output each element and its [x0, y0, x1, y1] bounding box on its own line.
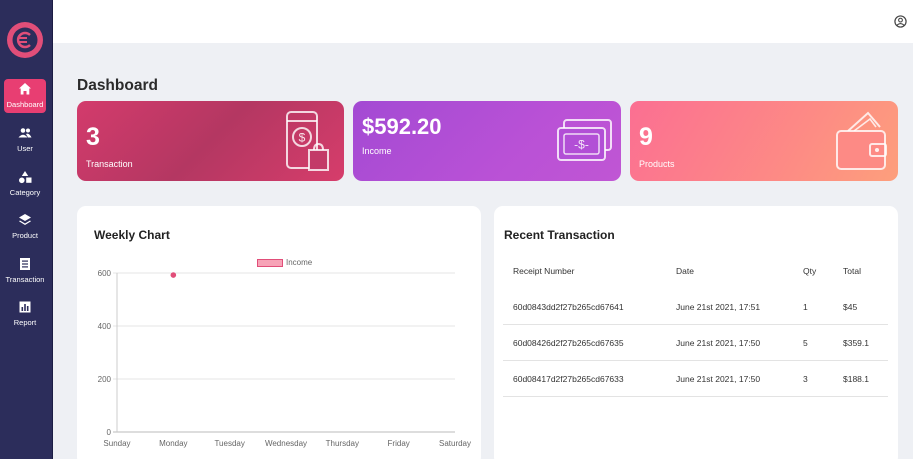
receipt-number: 60d08417d2f27b265cd67633 [513, 373, 624, 384]
sidebar-item-dashboard[interactable]: Dashboard [4, 79, 46, 113]
weekly-chart: 0 200 400 600 Sunday Monday Tuesday Wednesday Th… [98, 269, 471, 448]
stat-value: 9 [639, 123, 653, 151]
users-icon [18, 128, 32, 138]
transaction-date: June 21st 2021, 17:50 [676, 373, 761, 384]
transaction-qty: 5 [803, 337, 808, 348]
x-tick-label: Monday [159, 439, 187, 448]
transaction-total: $45 [843, 301, 858, 312]
stat-label: Products [639, 159, 675, 169]
sidebar-item-report[interactable]: Report [4, 297, 46, 331]
x-tick-label: Thursday [326, 439, 359, 448]
money-bill-icon: -$- [557, 119, 612, 161]
transaction-total: $188.1 [843, 373, 869, 384]
y-tick-label: 200 [98, 375, 112, 384]
bar-chart-icon [19, 301, 31, 313]
x-tick-label: Saturday [439, 439, 471, 448]
page-title: Dashboard [77, 77, 158, 94]
sidebar-item-product[interactable]: Product [4, 210, 46, 244]
table-row[interactable]: 60d0843dd2f27b265cd67641 June 21st 2021,… [503, 289, 888, 325]
top-bar [53, 0, 913, 43]
data-point [170, 272, 177, 278]
receipt-number: 60d08426d2f27b265cd67635 [513, 337, 624, 348]
panel-title: Weekly Chart [94, 228, 170, 242]
receipt-number: 60d0843dd2f27b265cd67641 [513, 301, 624, 312]
list-icon [20, 258, 30, 270]
transaction-qty: 1 [803, 301, 808, 312]
category-icon [19, 171, 32, 184]
y-tick-label: 0 [107, 428, 112, 437]
logo [7, 22, 43, 58]
sidebar: Dashboard User Category Product Transact… [0, 0, 53, 459]
table-row[interactable]: 60d08426d2f27b265cd67635 June 21st 2021,… [503, 325, 888, 361]
svg-text:$: $ [299, 131, 306, 145]
column-header: Qty [803, 266, 817, 276]
sidebar-item-label: Product [12, 231, 38, 240]
x-tick-label: Friday [388, 439, 410, 448]
user-circle-icon[interactable] [894, 15, 907, 28]
sidebar-item-label: Transaction [5, 275, 45, 284]
stat-card-income: $592.20 Income -$- [353, 101, 621, 181]
x-tick-label: Wednesday [265, 439, 307, 448]
sidebar-item-label: Category [9, 188, 41, 197]
column-header: Receipt Number [513, 266, 575, 276]
sidebar-item-label: Report [13, 318, 37, 327]
stat-card-transaction: 3 Transaction $ [77, 101, 344, 181]
wallet-icon [836, 111, 887, 170]
transaction-total: $359.1 [843, 337, 869, 348]
table-row[interactable]: 60d08417d2f27b265cd67633 June 21st 2021,… [503, 361, 888, 397]
sidebar-item-label: Dashboard [6, 100, 44, 109]
sidebar-item-category[interactable]: Category [4, 167, 46, 201]
home-icon [19, 83, 31, 95]
sidebar-item-user[interactable]: User [4, 123, 46, 157]
column-header: Total [843, 266, 861, 276]
sidebar-item-transaction[interactable]: Transaction [4, 254, 46, 288]
stat-value: 3 [86, 123, 100, 151]
x-tick-label: Sunday [103, 439, 130, 448]
x-tick-label: Tuesday [214, 439, 244, 448]
table-header: Receipt Number Date Qty Total [503, 253, 888, 289]
stat-value: $592.20 [362, 114, 442, 139]
svg-text:-$-: -$- [574, 138, 589, 152]
stat-card-products: 9 Products [630, 101, 898, 181]
stat-label: Transaction [86, 159, 133, 169]
column-header: Date [676, 266, 694, 276]
transaction-date: June 21st 2021, 17:50 [676, 337, 761, 348]
y-tick-label: 600 [98, 269, 112, 278]
transaction-date: June 21st 2021, 17:51 [676, 301, 761, 312]
panel-title: Recent Transaction [504, 228, 615, 242]
transaction-qty: 3 [803, 373, 808, 384]
y-tick-label: 400 [98, 322, 112, 331]
sidebar-item-label: User [17, 144, 33, 153]
stat-label: Income [362, 146, 392, 156]
phone-dollar-bag-icon: $ [286, 111, 329, 171]
layers-icon [19, 214, 31, 225]
